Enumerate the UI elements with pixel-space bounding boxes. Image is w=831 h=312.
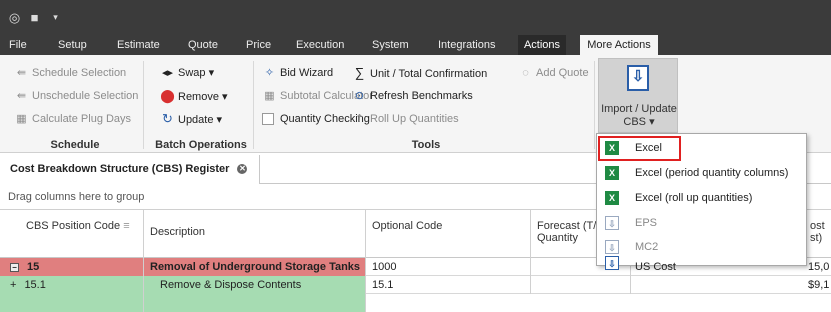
optional-code-cell: 15.1 [366,276,531,294]
add-quote-label: Add Quote [536,67,589,79]
quote-icon: ◌ [522,67,529,79]
cbs-code-cell: −15 [0,258,144,276]
collapse-icon[interactable]: − [10,263,19,272]
menu-system[interactable]: System [368,35,413,55]
roll-up-icon: ⇡ [354,113,365,125]
menu-more-actions[interactable]: More Actions [580,35,658,55]
excel-icon: X [605,166,619,180]
schedule-group-label: Schedule [50,139,100,151]
column-header-optional-code[interactable]: Optional Code [366,210,531,258]
swap-icon: ◂▸ [161,67,174,79]
import-icon: ⇩ [605,240,619,254]
schedule-selection-label: Schedule Selection [32,67,127,79]
menu-integrations[interactable]: Integrations [434,35,499,55]
excel-icon: X [605,191,619,205]
bid-wizard-button[interactable]: ✧ Bid Wizard [262,65,333,81]
remove-label: Remove [178,91,219,103]
roll-up-quantities-label: Roll Up Quantities [370,113,459,125]
description-cell: Remove & Dispose Contents [144,276,366,294]
column-header-description[interactable]: Description [144,210,366,258]
import-update-cbs-button[interactable]: ⇩ Import / Update CBS ▾ [598,58,678,133]
chevron-down-icon: ▾ [208,67,215,79]
ribbon-separator [143,61,144,149]
cbs-register-tab-label: Cost Breakdown Structure (CBS) Register [10,163,230,175]
cbs-register-tab[interactable]: Cost Breakdown Structure (CBS) Register ✕ [0,155,260,184]
roll-up-quantities-button[interactable]: ⇡ Roll Up Quantities [352,111,459,127]
sort-icon[interactable]: ≡ [123,220,129,232]
save-icon[interactable]: ■ [26,9,43,26]
import-dropdown-menu: X Excel X Excel (period quantity columns) … [596,133,807,273]
menu-file[interactable]: File [5,35,31,55]
dropdown-arrow-icon[interactable]: ▾ [47,9,64,26]
close-icon[interactable]: ✕ [237,164,248,175]
benchmark-icon: ⊙ [354,90,365,102]
calculator-icon: ▦ [264,90,275,102]
schedule-selection-button[interactable]: ⇚ Schedule Selection [14,65,126,81]
calendar-icon: ▦ [16,113,27,125]
remove-icon: ⬤ [160,88,175,103]
wizard-icon: ✧ [264,67,275,79]
forecast-cell [531,276,631,294]
unschedule-selection-button[interactable]: ⇚ Unschedule Selection [14,88,139,104]
refresh-benchmarks-label: Refresh Benchmarks [370,90,473,102]
menu-bar: File Setup Estimate Quote Price Executio… [0,35,831,55]
menu-item-excel-period-quantity-columns[interactable]: X Excel (period quantity columns) [599,162,804,184]
menu-execution[interactable]: Execution [292,35,348,55]
unschedule-selection-label: Unschedule Selection [32,90,139,102]
swap-button[interactable]: ◂▸ Swap ▾ [160,65,214,81]
column-header-cost[interactable]: ost st) [806,210,831,258]
refresh-icon: ↻ [162,111,173,126]
chevron-down-icon: ▾ [216,114,223,126]
calculate-plug-days-button[interactable]: ▦ Calculate Plug Days [14,111,131,127]
logo-icon: ◎ [8,10,21,25]
batch-operations-group-label: Batch Operations [155,139,247,151]
description-cell: Removal of Underground Storage Tanks [144,258,366,276]
cost-cell: $9,1 [808,279,830,291]
sigma-icon: ∑ [354,65,365,80]
description-cell [144,294,366,312]
menu-estimate[interactable]: Estimate [113,35,164,55]
title-bar: ◎ ■ ▾ [0,0,831,35]
update-button[interactable]: ↻ Update ▾ [160,111,222,127]
tools-group-label: Tools [411,139,441,151]
optional-code-cell: 1000 [366,258,531,276]
add-quote-button[interactable]: ◌ Add Quote [518,65,589,81]
menu-quote[interactable]: Quote [184,35,222,55]
bid-wizard-label: Bid Wizard [280,67,334,79]
calculate-plug-days-label: Calculate Plug Days [32,113,132,125]
refresh-benchmarks-button[interactable]: ⊙ Refresh Benchmarks [352,88,473,104]
swap-label: Swap [178,67,206,79]
remove-button[interactable]: ⬤ Remove ▾ [160,88,228,104]
cost-cell: 15,0 [808,261,830,273]
menu-actions[interactable]: Actions [518,35,566,55]
table-row[interactable] [0,294,831,312]
cbs-code-cell: +15.1 [0,276,144,294]
checkbox-icon [262,113,274,126]
selection-highlight [598,136,681,161]
import-icon: ⇩ [605,256,619,270]
import-update-cbs-label: Import / Update CBS ▾ [601,103,677,128]
ribbon-separator [594,61,595,149]
schedule-icon: ⇚ [16,67,27,79]
menu-price[interactable]: Price [242,35,275,55]
import-icon: ⇩ [627,65,649,91]
cbs-code-cell [0,294,144,312]
chevron-down-icon: ▾ [222,91,228,103]
menu-item-excel-roll-up-quantities[interactable]: X Excel (roll up quantities) [599,187,804,209]
column-header-cbs-position-code[interactable]: CBS Position Code ≡ [0,210,144,258]
chevron-down-icon: ▾ [649,116,655,128]
ribbon-separator [253,61,254,149]
table-row[interactable]: +15.1 Remove & Dispose Contents 15.1 $9,… [0,276,831,294]
menu-item-us-cost[interactable]: ⇩ US Cost [599,256,804,273]
unit-total-confirmation-button[interactable]: ∑ Unit / Total Confirmation [352,65,487,81]
menu-setup[interactable]: Setup [54,35,91,55]
unit-total-confirmation-label: Unit / Total Confirmation [370,68,488,80]
unschedule-icon: ⇚ [16,90,27,102]
update-label: Update [178,114,214,126]
import-icon: ⇩ [605,216,619,230]
menu-item-mc2[interactable]: ⇩ MC2 [599,236,804,258]
menu-item-eps[interactable]: ⇩ EPS [599,212,804,234]
expand-icon[interactable]: + [10,279,16,291]
